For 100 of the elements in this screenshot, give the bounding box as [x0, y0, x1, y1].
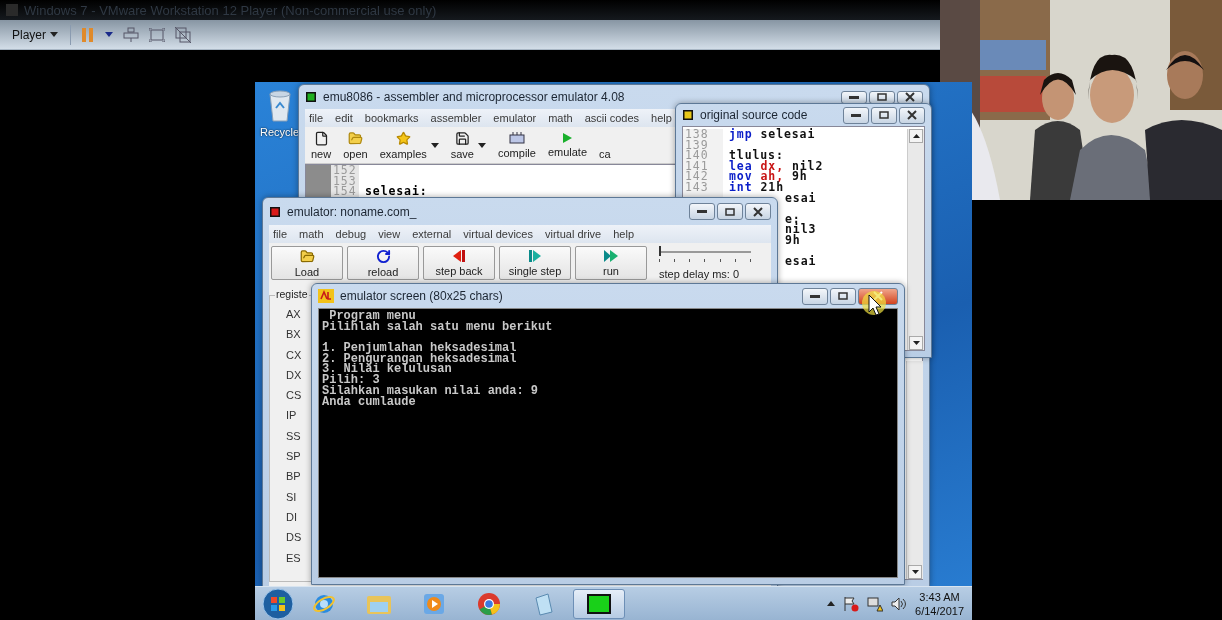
line-number: 138: [684, 129, 710, 140]
toolbar-button[interactable]: save: [444, 127, 492, 163]
scroll-down-button[interactable]: [908, 565, 922, 579]
flag-icon[interactable]: [843, 595, 860, 612]
console-line: Anda cumlaude: [322, 396, 417, 408]
scroll-down-button[interactable]: [909, 336, 923, 350]
menu-item[interactable]: edit: [335, 112, 353, 124]
code-token: int: [729, 181, 753, 193]
toolbar-button[interactable]: open: [337, 127, 374, 163]
window-title: emulator screen (80x25 chars): [340, 289, 504, 303]
toolbar-button[interactable]: emulate: [541, 127, 594, 163]
toolbar-button[interactable]: single step: [499, 246, 571, 280]
chip-icon: [682, 109, 694, 121]
desktop-icon-label[interactable]: Recycle: [260, 126, 300, 138]
scrollbar[interactable]: [907, 129, 924, 350]
menu-item[interactable]: math: [299, 228, 324, 240]
volume-icon[interactable]: [891, 595, 908, 612]
reload-icon: [375, 248, 391, 264]
line-number: 154: [332, 186, 358, 197]
window-title: original source code: [700, 108, 809, 122]
show-hidden-icon[interactable]: [827, 601, 836, 606]
menu-item[interactable]: virtual drive: [545, 228, 602, 240]
console-line: Pilih: 3: [322, 375, 381, 386]
toolbar-button[interactable]: run: [575, 246, 647, 280]
menu-item[interactable]: debug: [335, 228, 367, 240]
console-line: Silahkan masukan nilai anda: 9: [322, 385, 540, 397]
minimize-icon: [851, 113, 861, 117]
chip-icon: [586, 592, 612, 615]
minimize-button[interactable]: [802, 287, 828, 305]
menu-item[interactable]: ascii codes: [584, 112, 640, 124]
taskbar-button[interactable]: [573, 588, 625, 619]
toolbar-button[interactable]: step back: [423, 246, 495, 280]
compile-icon: [508, 131, 525, 145]
send-keys-icon[interactable]: [123, 26, 139, 43]
register-label: SS: [286, 429, 301, 444]
toolbar-button[interactable]: ca: [593, 127, 617, 163]
up-arrow-icon: [912, 134, 920, 138]
menu-item[interactable]: help: [651, 112, 672, 124]
close-button[interactable]: [899, 106, 925, 124]
star-icon: [395, 130, 411, 146]
minimize-button[interactable]: [843, 106, 869, 124]
maximize-button[interactable]: [869, 90, 895, 104]
toolbar-button[interactable]: reload: [347, 246, 419, 280]
clock[interactable]: 3:43 AM 6/14/2017: [915, 590, 964, 617]
code-token: tlulus:: [729, 150, 784, 161]
close-button[interactable]: [897, 90, 923, 104]
code-token: e:: [785, 213, 801, 225]
register-label: DS: [286, 531, 302, 545]
maximize-button[interactable]: [717, 203, 743, 220]
menu-item[interactable]: file: [309, 112, 324, 124]
line-number: 142: [684, 171, 710, 182]
menu-item[interactable]: help: [613, 228, 635, 240]
maximize-icon: [725, 207, 735, 216]
minimize-button[interactable]: [689, 203, 715, 220]
toolbar-button[interactable]: compile: [492, 127, 542, 163]
line-number: 141: [684, 160, 710, 172]
down-arrow-icon: [912, 341, 920, 345]
recycle-bin-icon[interactable]: [266, 88, 293, 122]
scroll-up-button[interactable]: [909, 129, 923, 143]
minimize-button[interactable]: [841, 90, 867, 104]
register-label: IP: [286, 409, 297, 423]
menu-item[interactable]: emulator: [493, 112, 537, 124]
fullscreen-icon[interactable]: [149, 27, 165, 42]
code-token: ah,: [760, 171, 784, 182]
maximize-button[interactable]: [871, 106, 897, 124]
close-button[interactable]: [745, 203, 771, 220]
player-menu[interactable]: Player: [10, 25, 60, 44]
register-label: CX: [286, 348, 302, 362]
toolbar-button[interactable]: new: [305, 127, 338, 163]
emu-logo-icon: [318, 289, 334, 303]
menu-item[interactable]: external: [412, 228, 452, 240]
code-token: mov: [729, 171, 753, 182]
folder-icon: [347, 130, 363, 146]
code-line: selesai:: [365, 186, 428, 197]
code-token: esai: [785, 256, 817, 267]
menu-item[interactable]: math: [548, 112, 573, 124]
clock-time: 3:43 AM: [919, 590, 960, 603]
caret-icon[interactable]: [478, 142, 486, 148]
network-icon[interactable]: [867, 595, 884, 612]
register-label: DX: [286, 368, 302, 383]
menu-item[interactable]: bookmarks: [364, 112, 419, 124]
delay-label: step delay ms: 0: [659, 267, 741, 280]
unity-icon[interactable]: [175, 26, 191, 43]
menu-item[interactable]: file: [273, 228, 288, 240]
menu-item[interactable]: view: [378, 228, 401, 240]
caret-icon[interactable]: [430, 142, 439, 148]
code-token: dx,: [760, 160, 784, 172]
toolbar-button[interactable]: Load: [271, 246, 343, 280]
menu-item[interactable]: virtual devices: [463, 228, 533, 240]
maximize-button[interactable]: [830, 287, 856, 305]
toolbar-button[interactable]: examples: [373, 127, 445, 163]
maximize-icon: [838, 292, 848, 300]
start-button[interactable]: [261, 587, 295, 620]
scrollbar[interactable]: [906, 361, 923, 579]
floppy-icon: [454, 130, 470, 146]
console-line: 1. Penjumlahan heksadesimal: [322, 343, 518, 354]
close-icon: [753, 206, 763, 217]
step-icon: [528, 249, 542, 263]
menu-item[interactable]: assembler: [430, 112, 482, 124]
caret-icon[interactable]: [105, 32, 113, 37]
